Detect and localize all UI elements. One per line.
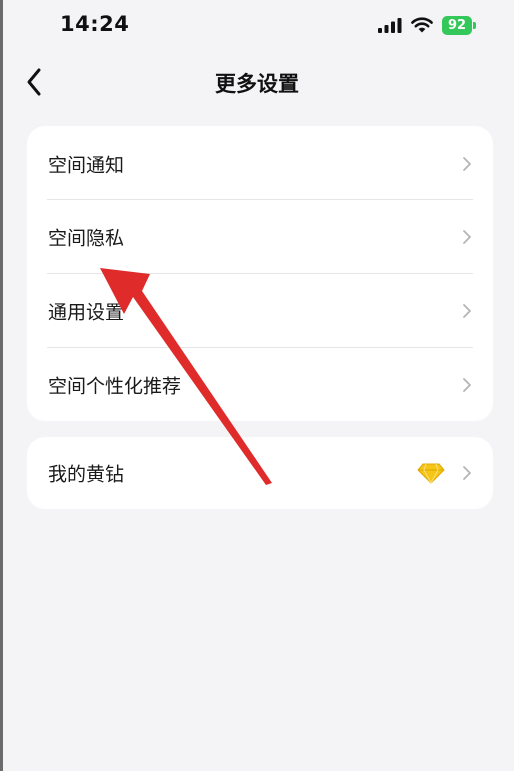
row-label: 通用设置 [48, 301, 125, 323]
row-label: 空间通知 [48, 154, 125, 176]
vip-card: 我的黄钻 [27, 437, 493, 509]
row-label: 空间隐私 [48, 227, 125, 249]
settings-row-general-settings[interactable]: 通用设置 [47, 274, 473, 347]
chevron-right-icon [463, 303, 471, 318]
vip-row-yellow-diamond[interactable]: 我的黄钻 [47, 437, 473, 509]
row-label: 我的黄钻 [48, 463, 125, 486]
row-label: 空间个性化推荐 [48, 375, 182, 397]
chevron-right-icon [463, 156, 471, 171]
chevron-right-icon [463, 466, 471, 480]
page-title: 更多设置 [215, 72, 299, 96]
signal-icon [378, 18, 402, 33]
settings-row-space-notification[interactable]: 空间通知 [47, 127, 473, 200]
wifi-icon [411, 17, 433, 33]
settings-row-personalized-recommendation[interactable]: 空间个性化推荐 [47, 348, 473, 421]
window-left-edge [0, 0, 3, 771]
settings-row-space-privacy[interactable]: 空间隐私 [47, 200, 473, 273]
status-bar: 14:24 92 [0, 0, 514, 52]
status-time: 14:24 [60, 12, 130, 36]
battery-level: 92 [447, 18, 467, 33]
chevron-right-icon [463, 229, 471, 244]
chevron-right-icon [463, 377, 471, 392]
settings-card: 空间通知 空间隐私 通用设置 空间个性化推荐 [27, 126, 493, 421]
battery-icon: 92 [442, 16, 476, 35]
nav-bar: 更多设置 [0, 56, 514, 108]
yellow-diamond-icon [417, 463, 445, 484]
